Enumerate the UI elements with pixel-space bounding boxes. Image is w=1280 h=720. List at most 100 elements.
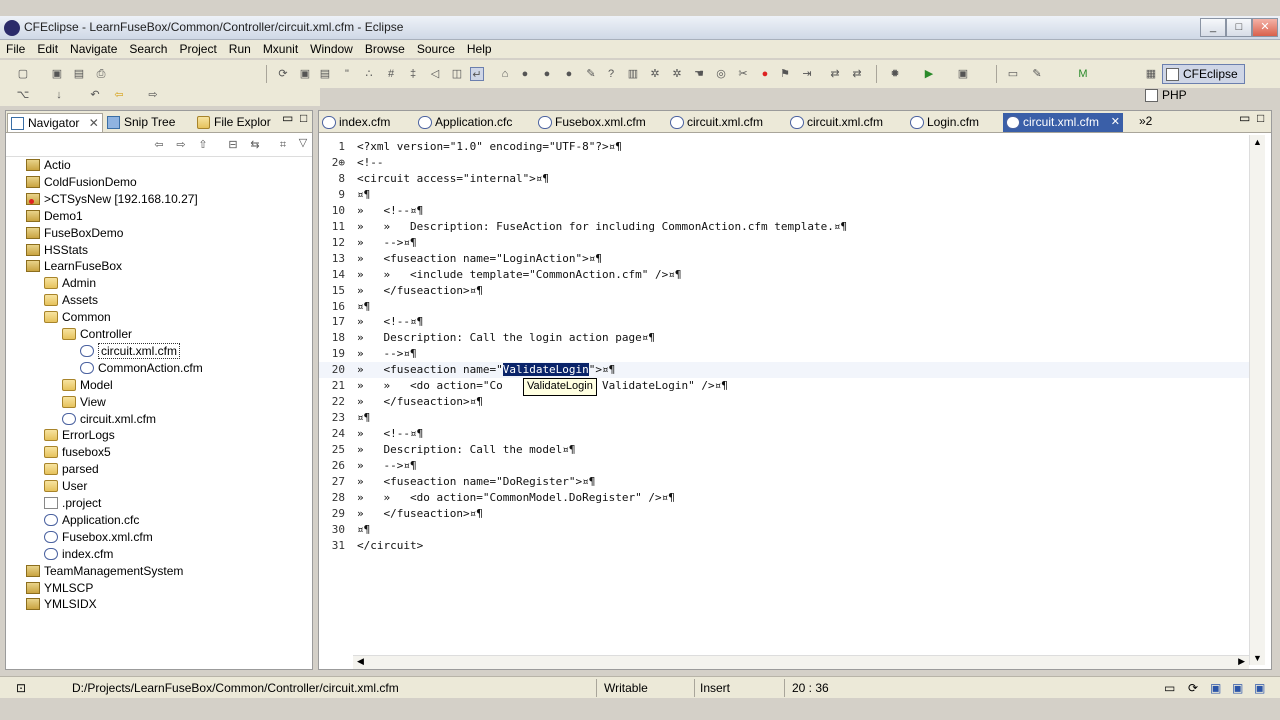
menu-file[interactable]: File	[0, 40, 31, 56]
tree-item[interactable]: ColdFusionDemo	[26, 174, 137, 190]
collapse-all-icon[interactable]: ⊟	[226, 138, 240, 152]
cf-function-icon[interactable]: ●	[540, 67, 554, 81]
close-button[interactable]: ✕	[1252, 18, 1278, 37]
tree-item[interactable]: parsed	[44, 461, 99, 477]
tools-icon[interactable]: ✂	[736, 67, 750, 81]
pin-icon[interactable]: ✎	[1030, 67, 1044, 81]
sync2-icon[interactable]: ⇄	[850, 67, 864, 81]
scroll-left-icon[interactable]: ◀	[357, 656, 364, 667]
globe-icon[interactable]: ◎	[714, 67, 728, 81]
hand-icon[interactable]: ☚	[692, 67, 706, 81]
tree-item[interactable]: Assets	[44, 292, 98, 308]
sync-status-icon[interactable]: ⟳	[1188, 680, 1198, 696]
tree-item[interactable]: Controller	[62, 326, 132, 342]
new-icon[interactable]: ▢	[16, 67, 30, 81]
home-icon[interactable]: ⌂	[498, 67, 512, 81]
back-tag-icon[interactable]: ◁	[428, 67, 442, 81]
tree-item[interactable]: TeamManagementSystem	[26, 563, 183, 579]
pen-icon[interactable]: ✎	[584, 67, 598, 81]
tag-icon[interactable]: ‡	[406, 67, 420, 81]
tree-item[interactable]: index.cfm	[44, 546, 113, 562]
minimize-editor-button[interactable]: ▭	[1239, 111, 1250, 125]
tree-item[interactable]: Admin	[44, 275, 96, 291]
editor-tab[interactable]: index.cfm	[319, 113, 413, 132]
filter-icon[interactable]: ⌗	[276, 138, 290, 152]
open-perspective-icon[interactable]: ▦	[1144, 67, 1158, 81]
output-icon[interactable]: ⇥	[800, 67, 814, 81]
tab-snip-tree[interactable]: Snip Tree	[104, 113, 179, 132]
menu-mxunit[interactable]: Mxunit	[257, 40, 304, 56]
debug-icon[interactable]: ⚑	[778, 67, 792, 81]
editor-tab[interactable]: circuit.xml.cfm	[667, 113, 785, 132]
tree-item[interactable]: >CTSysNew [192.168.10.27]	[26, 191, 198, 207]
annotation-icon[interactable]: ⌥	[16, 88, 30, 102]
menu-navigate[interactable]: Navigate	[64, 40, 123, 56]
close-icon[interactable]: ✕	[1111, 115, 1120, 128]
last-edit-icon[interactable]: ↶	[88, 88, 102, 102]
debug-run-icon[interactable]: ✹	[888, 67, 902, 81]
tree-item[interactable]: FuseBoxDemo	[26, 225, 123, 241]
tree-item[interactable]: YMLSIDX	[26, 596, 97, 612]
tree-item[interactable]: CommonAction.cfm	[80, 360, 203, 376]
sync-icon[interactable]: ⇄	[828, 67, 842, 81]
tree-item[interactable]: User	[44, 478, 87, 494]
forward-icon[interactable]: ⇨	[174, 138, 188, 152]
back-icon[interactable]: ⇦	[112, 88, 126, 102]
minimize-panel-button[interactable]: ▭	[282, 111, 293, 125]
next-annotation-icon[interactable]: ↓	[52, 88, 66, 102]
mxunit-icon[interactable]: M	[1076, 67, 1090, 81]
word-wrap-icon[interactable]: ↵	[470, 67, 484, 81]
progress-icon[interactable]: ▭	[1164, 680, 1175, 696]
up-icon[interactable]: ⇧	[196, 138, 210, 152]
editor-tab[interactable]: Application.cfc	[415, 113, 533, 132]
tree-item[interactable]: Fusebox.xml.cfm	[44, 529, 153, 545]
menu-source[interactable]: Source	[411, 40, 461, 56]
tree-item[interactable]: circuit.xml.cfm	[80, 342, 180, 359]
tree-item[interactable]: Demo1	[26, 208, 83, 224]
dictionary-icon[interactable]: ▥	[626, 67, 640, 81]
run-icon[interactable]: ▶	[922, 67, 936, 81]
editor-tab[interactable]: circuit.xml.cfm ✕	[1003, 113, 1123, 132]
fast-view-icon[interactable]: ⊡	[16, 680, 26, 696]
snippet-icon[interactable]: ▤	[318, 67, 332, 81]
perspective-cfeclipse[interactable]: CFEclipse	[1162, 64, 1245, 84]
close-icon[interactable]: ✕	[89, 116, 99, 130]
scroll-right-icon[interactable]: ▶	[1238, 656, 1245, 667]
notification-icon[interactable]: ▣	[1254, 680, 1265, 696]
tree-item[interactable]: ErrorLogs	[44, 427, 115, 443]
minimize-button[interactable]: _	[1200, 18, 1226, 37]
editor-tab[interactable]: circuit.xml.cfm	[787, 113, 905, 132]
menu-run[interactable]: Run	[223, 40, 257, 56]
help-icon[interactable]: ?	[604, 67, 618, 81]
tree-item[interactable]: Application.cfc	[44, 512, 139, 528]
horizontal-scrollbar[interactable]: ◀ ▶	[353, 655, 1249, 669]
gear-icon[interactable]: ✲	[648, 67, 662, 81]
vertical-scrollbar[interactable]: ▲ ▼	[1249, 135, 1265, 665]
save-all-icon[interactable]: ▤	[72, 67, 86, 81]
back-icon[interactable]: ⇦	[152, 138, 166, 152]
menu-project[interactable]: Project	[173, 40, 222, 56]
tree-item[interactable]: .project	[44, 495, 101, 511]
tab-navigator[interactable]: Navigator ✕	[7, 113, 103, 132]
browse-icon[interactable]: ▣	[298, 67, 312, 81]
link-editor-icon[interactable]: ⇆	[248, 138, 262, 152]
tree-item[interactable]: circuit.xml.cfm	[62, 411, 156, 427]
perspective-php[interactable]: PHP	[1142, 86, 1193, 106]
tab-file-explorer[interactable]: File Explor	[194, 113, 275, 132]
cf-help-icon[interactable]: ●	[562, 67, 576, 81]
server-status-icon[interactable]: ▣	[1232, 680, 1243, 696]
scroll-down-icon[interactable]: ▼	[1253, 653, 1262, 663]
tree-item[interactable]: HSStats	[26, 242, 88, 258]
save-icon[interactable]: ▣	[50, 67, 64, 81]
tab-overflow-button[interactable]: »2	[1139, 114, 1152, 128]
print-icon[interactable]: ⎙	[94, 67, 108, 81]
editor-tab[interactable]: Fusebox.xml.cfm	[535, 113, 665, 132]
menu-search[interactable]: Search	[123, 40, 173, 56]
tree-item[interactable]: fusebox5	[44, 444, 111, 460]
stop-icon[interactable]: ●	[758, 67, 772, 81]
tree-item[interactable]: LearnFuseBox	[26, 258, 122, 274]
scroll-up-icon[interactable]: ▲	[1253, 137, 1262, 147]
code-editor[interactable]: 1 <?xml version="1.0" encoding="UTF-8"?>¤…	[319, 135, 1249, 655]
tree-item[interactable]: YMLSCP	[26, 580, 93, 596]
maximize-editor-button[interactable]: □	[1257, 111, 1264, 125]
